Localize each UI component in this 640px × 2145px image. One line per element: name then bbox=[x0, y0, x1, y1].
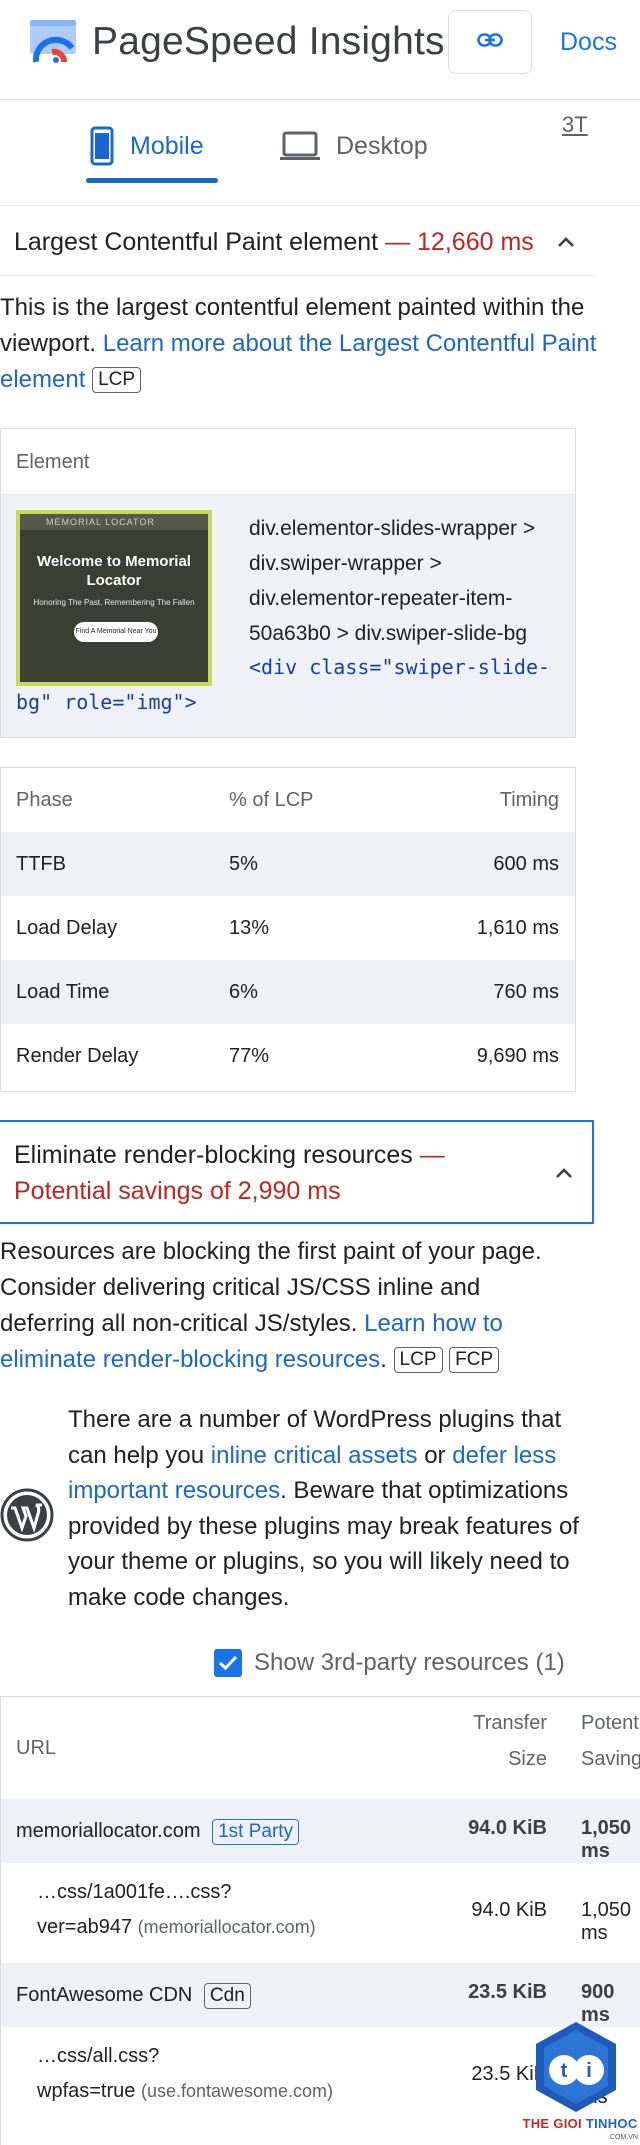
resource-savings: 1,050 ms bbox=[581, 1899, 632, 1944]
watermark-badge-icon: t i bbox=[536, 2022, 616, 2112]
watermark-url: .COM.VN bbox=[608, 2134, 638, 2141]
resource-url[interactable]: …css/1a001fe….css? ver=ab947 (memoriallo… bbox=[37, 1875, 417, 1945]
entity-size: 23.5 KiB bbox=[468, 1981, 547, 2003]
resource-host: (memoriallocator.com) bbox=[137, 1917, 316, 1937]
table-row: Load Delay 13% 1,610 ms bbox=[16, 917, 559, 939]
pagespeed-logo-icon[interactable] bbox=[28, 18, 84, 66]
inline-critical-assets-link[interactable]: inline critical assets bbox=[211, 1442, 418, 1469]
wordpress-stack-note: There are a number of WordPress plugins … bbox=[0, 1402, 600, 1632]
element-column-header: Element bbox=[1, 429, 575, 495]
table-row: TTFB 5% 600 ms bbox=[1, 832, 575, 896]
fcp-tag: FCP bbox=[449, 1347, 500, 1373]
render-blocking-description: Resources are blocking the first paint o… bbox=[0, 1238, 542, 1373]
third-party-label: Show 3rd-party resources (1) bbox=[254, 1649, 565, 1676]
entity-row[interactable]: FontAwesome CDN Cdn 23.5 KiB 900 ms bbox=[1, 1963, 640, 2027]
device-tabs: Mobile Desktop 3T bbox=[0, 100, 640, 206]
first-party-tag: 1st Party bbox=[212, 1819, 300, 1845]
tab-mobile[interactable]: Mobile bbox=[90, 124, 204, 168]
active-tab-indicator bbox=[86, 178, 218, 183]
table-row: Render Delay 77% 9,690 ms bbox=[16, 1045, 559, 1067]
chevron-up-icon[interactable] bbox=[556, 235, 576, 249]
element-snippet: <div class="swiper-slide-bg" role="img"> bbox=[16, 655, 551, 714]
checkbox-checked-icon[interactable] bbox=[214, 1649, 242, 1677]
potential-savings: Potential savings of 2,990 ms bbox=[14, 1177, 341, 1205]
third-party-toggle[interactable]: Show 3rd-party resources (1) bbox=[214, 1646, 565, 1680]
tab-desktop[interactable]: Desktop bbox=[280, 124, 428, 168]
lcp-value: 12,660 ms bbox=[417, 228, 534, 256]
table-row: …css/1a001fe….css? ver=ab947 (memoriallo… bbox=[1, 1863, 640, 1963]
smartphone-icon bbox=[90, 126, 114, 166]
tab-mobile-label: Mobile bbox=[130, 131, 204, 160]
lcp-tag: LCP bbox=[393, 1347, 443, 1373]
wordpress-note-text: There are a number of WordPress plugins … bbox=[68, 1406, 579, 1611]
element-row: MEMORIAL LOCATOR Welcome to Memorial Loc… bbox=[1, 495, 575, 737]
resource-size: 94.0 KiB bbox=[471, 1899, 547, 1921]
thumbnail-site-bar: MEMORIAL LOCATOR bbox=[20, 514, 208, 530]
tab-overflow-text[interactable]: 3T bbox=[562, 112, 588, 138]
entity-size: 94.0 KiB bbox=[468, 1817, 547, 1839]
transfer-size-column-header: Transfer Size bbox=[473, 1712, 547, 1770]
watermark-letter-i: i bbox=[586, 2060, 592, 2082]
watermark-text: THE GIOI TINHOC bbox=[522, 2116, 638, 2131]
resource-host: (use.fontawesome.com) bbox=[140, 2081, 334, 2101]
lcp-element-table: Element MEMORIAL LOCATOR Welcome to Memo… bbox=[0, 428, 576, 738]
resources-table-header: URL Transfer Size Potential Savings bbox=[1, 1697, 640, 1799]
audit-title: Eliminate render-blocking resources — Po… bbox=[14, 1141, 445, 1205]
phase-table-header: Phase % of LCP Timing bbox=[16, 789, 559, 811]
lcp-description: This is the largest contentful element p… bbox=[0, 294, 597, 393]
thumbnail-subtitle: Honoring The Past, Remembering The Falle… bbox=[33, 598, 195, 607]
thumbnail-button: Find A Memorial Near You bbox=[74, 622, 158, 642]
entity-row[interactable]: memoriallocator.com 1st Party 94.0 KiB 1… bbox=[1, 1799, 640, 1863]
laptop-icon bbox=[280, 131, 320, 161]
table-row: Load Time 6% 760 ms bbox=[1, 960, 575, 1024]
entity-savings: 1,050 ms bbox=[581, 1817, 632, 1862]
copy-link-button[interactable] bbox=[448, 10, 532, 74]
app-title: PageSpeed Insights bbox=[92, 20, 445, 63]
url-column-header: URL bbox=[16, 1737, 57, 1759]
lcp-element-audit-header[interactable]: Largest Contentful Paint element — 12,66… bbox=[0, 208, 594, 276]
resource-url[interactable]: …css/all.css? wpfas=true (use.fontawesom… bbox=[37, 2039, 417, 2109]
tab-desktop-label: Desktop bbox=[336, 131, 428, 160]
entity-name: FontAwesome CDN bbox=[16, 1984, 193, 2006]
potential-savings-column-header: Potential Savings bbox=[581, 1712, 640, 1770]
lcp-tag: LCP bbox=[92, 367, 142, 393]
lcp-phase-table: Phase % of LCP Timing TTFB 5% 600 ms Loa… bbox=[0, 767, 576, 1092]
wordpress-icon bbox=[0, 1488, 54, 1542]
watermark-logo: t i THE GIOI TINHOC .COM.VN bbox=[520, 2020, 640, 2145]
thumbnail-heading: Welcome to Memorial Locator bbox=[37, 553, 191, 589]
chevron-up-icon[interactable] bbox=[554, 1166, 574, 1180]
watermark-letter-t: t bbox=[561, 2060, 568, 2082]
cdn-tag: Cdn bbox=[203, 1983, 251, 2009]
app-header: PageSpeed Insights Docs bbox=[0, 0, 640, 100]
link-icon bbox=[477, 32, 503, 52]
docs-link[interactable]: Docs bbox=[560, 26, 617, 58]
audit-title: Largest Contentful Paint element — 12,66… bbox=[14, 228, 534, 256]
render-blocking-audit-header[interactable]: Eliminate render-blocking resources — Po… bbox=[0, 1120, 594, 1224]
entity-name: memoriallocator.com bbox=[16, 1820, 201, 1842]
element-selector: div.elementor-slides-wrapper > div.swipe… bbox=[249, 517, 536, 645]
